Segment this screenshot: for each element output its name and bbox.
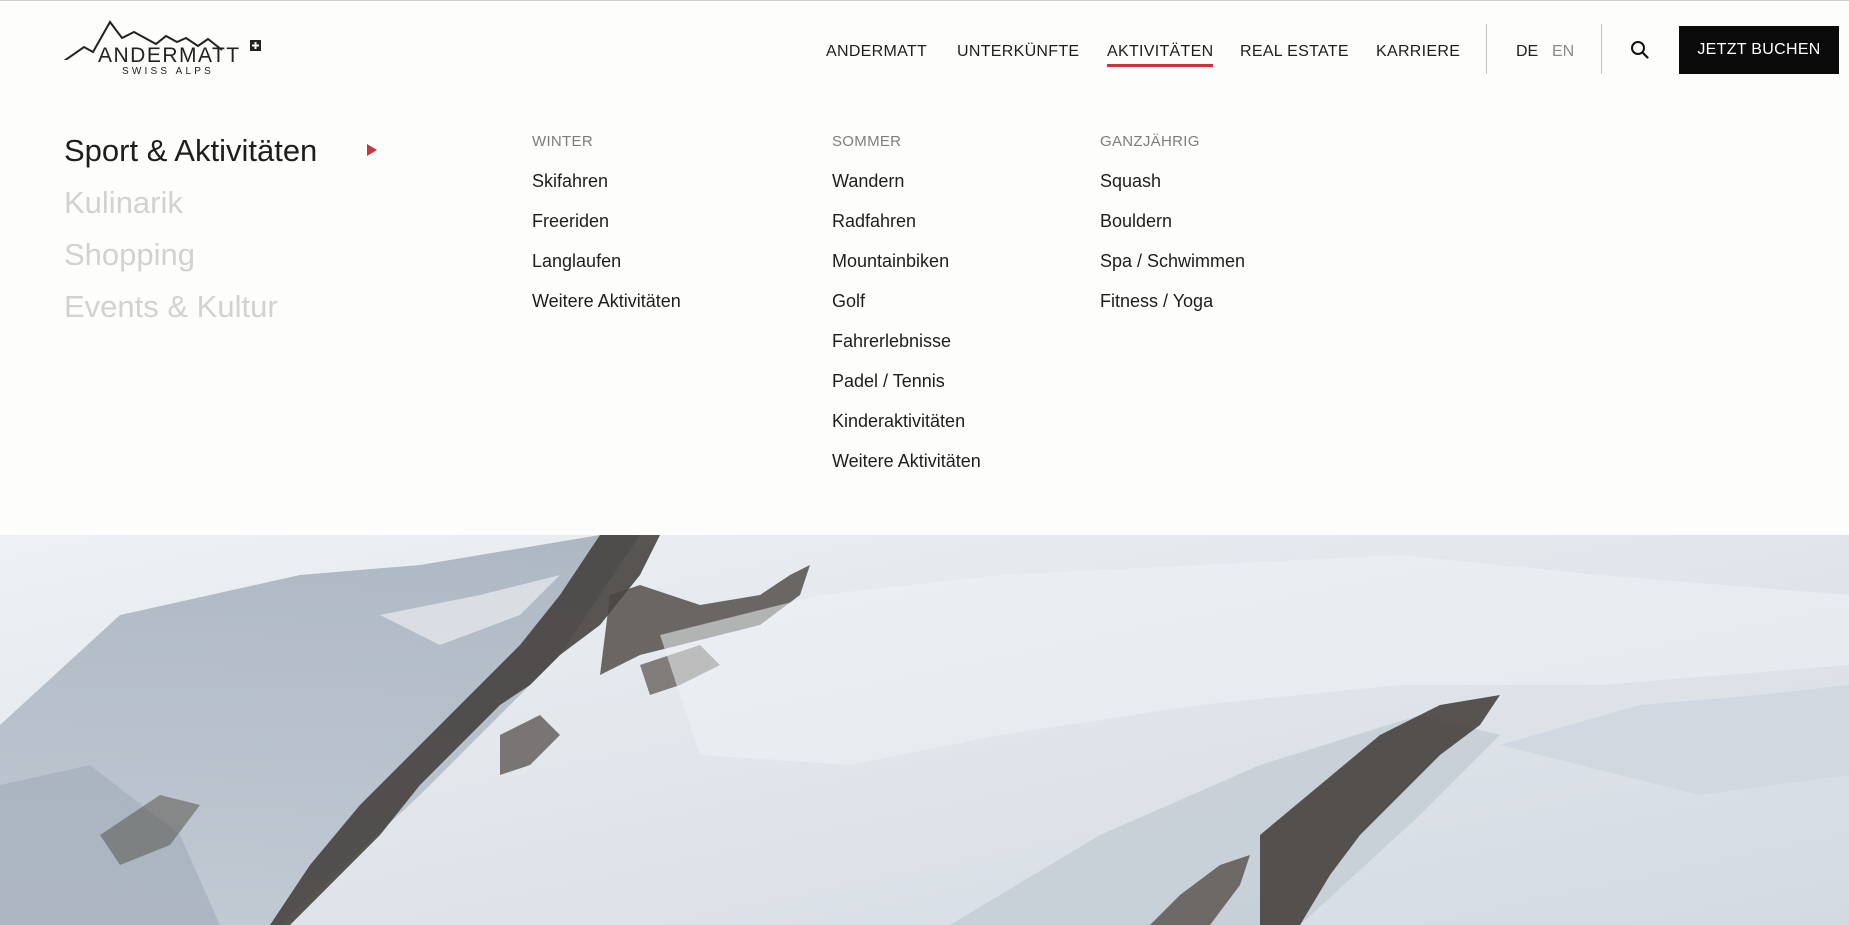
menu-link[interactable]: Kinderaktivitäten: [832, 411, 981, 451]
menu-link[interactable]: Squash: [1100, 171, 1245, 211]
nav-divider: [1486, 24, 1487, 74]
menu-link[interactable]: Wandern: [832, 171, 981, 211]
caret-right-icon: [367, 144, 377, 156]
nav-item-unterkuenfte[interactable]: UNTERKÜNFTE: [957, 43, 1079, 61]
category-kulinarik[interactable]: Kulinarik: [64, 185, 183, 221]
menu-link[interactable]: Mountainbiken: [832, 251, 981, 291]
nav-item-andermatt[interactable]: ANDERMATT: [826, 43, 927, 61]
menu-link[interactable]: Golf: [832, 291, 981, 331]
menu-link[interactable]: Spa / Schwimmen: [1100, 251, 1245, 291]
search-button[interactable]: [1628, 38, 1652, 62]
menu-link[interactable]: Weitere Aktivitäten: [832, 451, 981, 491]
nav-item-karriere[interactable]: KARRIERE: [1376, 43, 1460, 61]
hero-image: [0, 535, 1849, 925]
menu-column-winter: WINTER Skifahren Freeriden Langlaufen We…: [532, 133, 681, 331]
category-sport-aktivitaeten[interactable]: Sport & Aktivitäten: [64, 133, 317, 169]
top-border: [0, 0, 1849, 1]
nav-divider: [1601, 24, 1602, 74]
menu-column-ganzjaehrig: GANZJÄHRIG Squash Bouldern Spa / Schwimm…: [1100, 133, 1245, 331]
menu-column-sommer: SOMMER Wandern Radfahren Mountainbiken G…: [832, 133, 981, 491]
brand-subtitle: SWISS ALPS: [122, 66, 215, 77]
menu-link[interactable]: Weitere Aktivitäten: [532, 291, 681, 331]
menu-link[interactable]: Langlaufen: [532, 251, 681, 291]
category-shopping[interactable]: Shopping: [64, 237, 195, 273]
logo[interactable]: ANDERMATT SWISS ALPS: [62, 20, 262, 80]
language-en[interactable]: EN: [1552, 43, 1574, 61]
menu-link[interactable]: Padel / Tennis: [832, 371, 981, 411]
menu-link[interactable]: Skifahren: [532, 171, 681, 211]
category-events-kultur[interactable]: Events & Kultur: [64, 289, 278, 325]
snowy-mountain-image: [0, 535, 1849, 925]
nav-item-aktivitaeten[interactable]: AKTIVITÄTEN: [1107, 43, 1214, 67]
column-heading: SOMMER: [832, 133, 902, 150]
menu-link[interactable]: Fahrerlebnisse: [832, 331, 981, 371]
column-heading: GANZJÄHRIG: [1100, 133, 1200, 150]
nav-item-real-estate[interactable]: REAL ESTATE: [1240, 43, 1349, 61]
menu-link[interactable]: Fitness / Yoga: [1100, 291, 1245, 331]
menu-link[interactable]: Freeriden: [532, 211, 681, 251]
menu-link[interactable]: Radfahren: [832, 211, 981, 251]
brand-name: ANDERMATT: [98, 44, 241, 67]
menu-link[interactable]: Bouldern: [1100, 211, 1245, 251]
book-now-button[interactable]: JETZT BUCHEN: [1679, 26, 1839, 74]
language-de[interactable]: DE: [1516, 43, 1538, 61]
column-heading: WINTER: [532, 133, 593, 150]
search-icon: [1631, 41, 1649, 59]
